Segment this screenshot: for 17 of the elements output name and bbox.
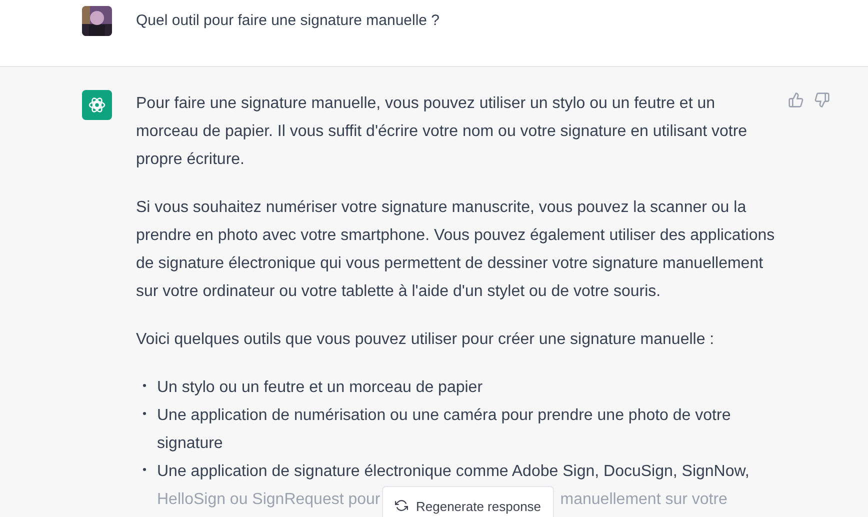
regenerate-button[interactable]: Regenerate response xyxy=(382,486,554,517)
list-item-text: Un stylo ou un feutre et un morceau de papier xyxy=(157,378,483,398)
bullet-icon xyxy=(143,412,146,415)
question-text: Quel outil pour faire une signature manuelle ? xyxy=(136,11,440,31)
list-item-text: manuellement sur votre xyxy=(560,490,728,510)
bullet-icon xyxy=(143,384,146,387)
list-item-text: Une application de signature électronique comme Adobe Sign, DocuSign, SignNow, xyxy=(157,462,750,482)
refresh-icon xyxy=(395,499,408,512)
logo-icon xyxy=(87,95,107,115)
answer-paragraph: Si vous souhaitez numériser votre signature manuscrite, vous pouvez la scanner ou la prendre en photo avec votre smartphone. Vous pouvez également utiliser des applications de signature électronique qui vous permettent de dessiner votre signature manuellement sur votre ordinateur ou votre tablette à l'aide d'un stylet ou de votre souris. xyxy=(136,198,776,302)
answer-paragraph: Pour faire une signature manuelle, vous pouvez utiliser un stylo ou un feutre et un morceau de papier. Il vous suffit d'écrire votre nom ou votre signature en utilisant votre propre écriture. xyxy=(136,94,748,170)
thumbs-up-icon[interactable] xyxy=(788,92,804,108)
bullet-icon xyxy=(143,468,146,471)
list-item-text: HelloSign ou SignRequest pour xyxy=(157,490,380,510)
answer-paragraph: Voici quelques outils que vous pouvez utiliser pour créer une signature manuelle : xyxy=(136,330,716,350)
thumbs-down-icon[interactable] xyxy=(814,92,830,108)
list-item-text: Une application de numérisation ou une caméra pour prendre une photo de votre signature xyxy=(157,406,732,454)
